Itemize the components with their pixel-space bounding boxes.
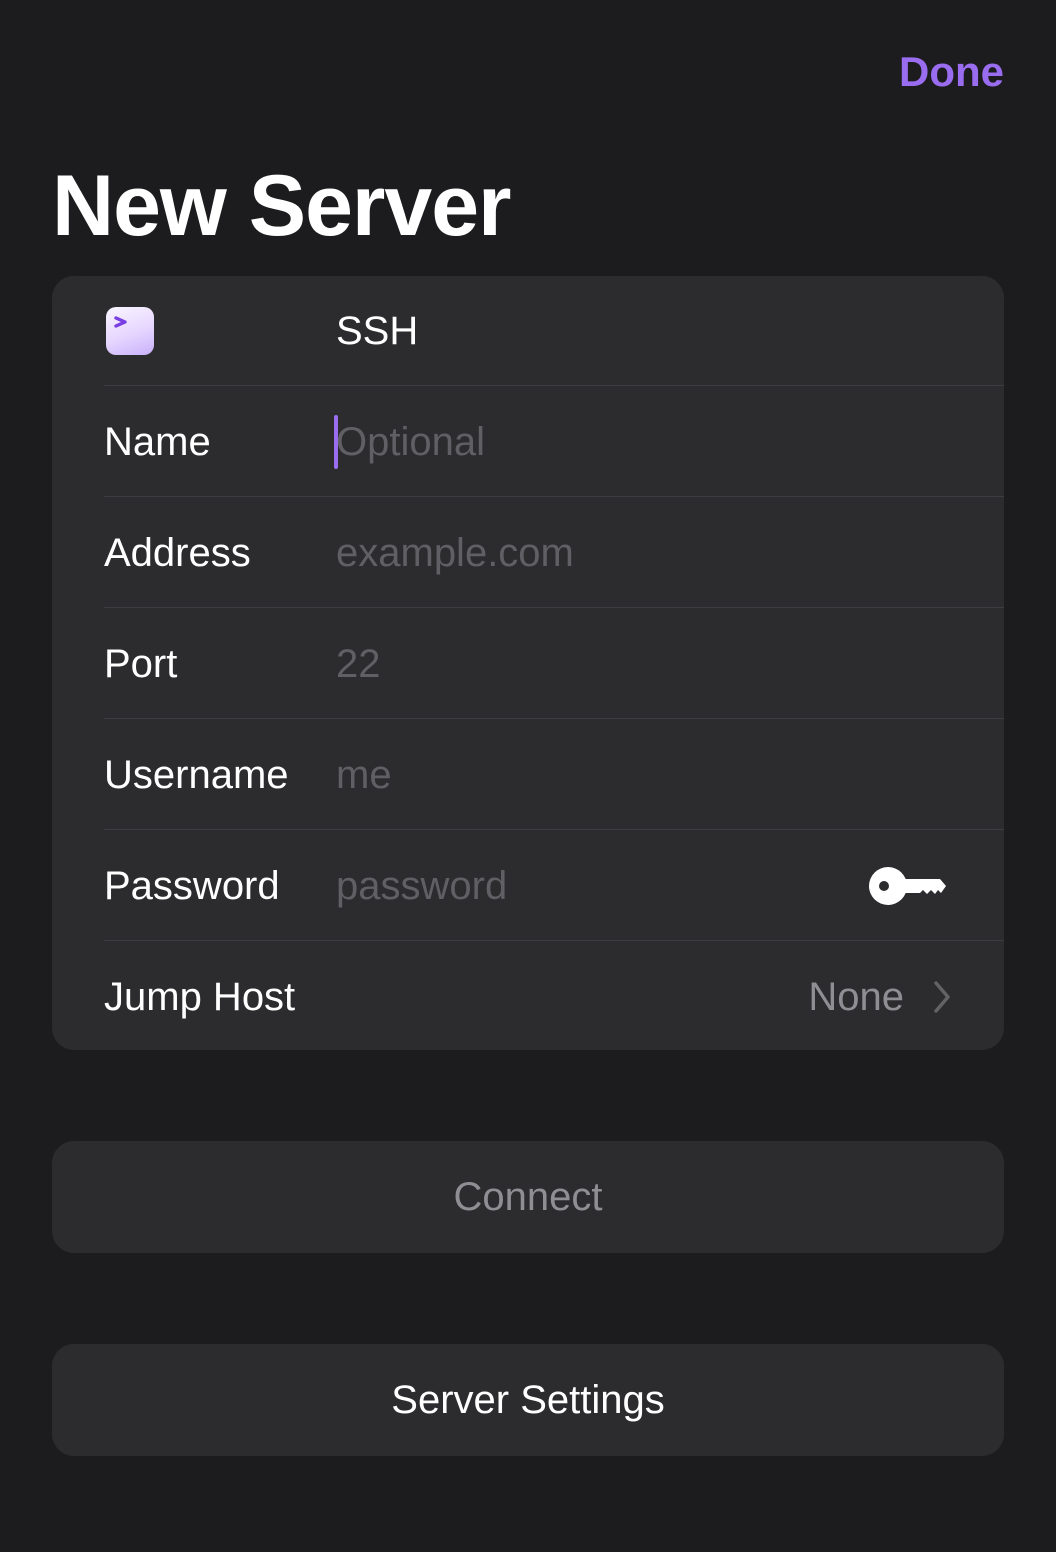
name-row: Name: [52, 387, 1004, 497]
password-input[interactable]: [336, 849, 776, 923]
server-form-card: SSH Name Address Port Username Password: [52, 276, 1004, 1050]
row-divider: [104, 718, 1004, 719]
protocol-row[interactable]: SSH: [52, 276, 1004, 386]
server-settings-button[interactable]: Server Settings: [52, 1344, 1004, 1456]
password-row: Password: [52, 831, 1004, 941]
address-label: Address: [104, 531, 251, 575]
connect-button[interactable]: Connect: [52, 1141, 1004, 1253]
row-divider: [104, 607, 1004, 608]
row-divider: [104, 385, 1004, 386]
jump-host-row[interactable]: Jump Host None: [52, 942, 1004, 1050]
chevron-right-icon: [932, 980, 952, 1014]
port-input[interactable]: [336, 627, 856, 701]
terminal-app-icon: [106, 307, 154, 355]
key-icon[interactable]: [868, 865, 948, 907]
jump-host-label: Jump Host: [104, 975, 296, 1019]
username-label: Username: [104, 753, 289, 797]
username-input[interactable]: [336, 738, 856, 812]
jump-host-value: None: [808, 975, 904, 1019]
username-row: Username: [52, 720, 1004, 830]
page-title: New Server: [52, 158, 512, 254]
name-label: Name: [104, 420, 211, 464]
row-divider: [104, 829, 1004, 830]
row-divider: [104, 496, 1004, 497]
address-row: Address: [52, 498, 1004, 608]
port-label: Port: [104, 642, 178, 686]
row-divider: [104, 940, 1004, 941]
password-label: Password: [104, 864, 280, 908]
protocol-label: SSH: [336, 309, 419, 353]
name-input[interactable]: [336, 405, 856, 479]
address-input[interactable]: [336, 516, 856, 590]
done-button[interactable]: Done: [899, 48, 1004, 96]
port-row: Port: [52, 609, 1004, 719]
